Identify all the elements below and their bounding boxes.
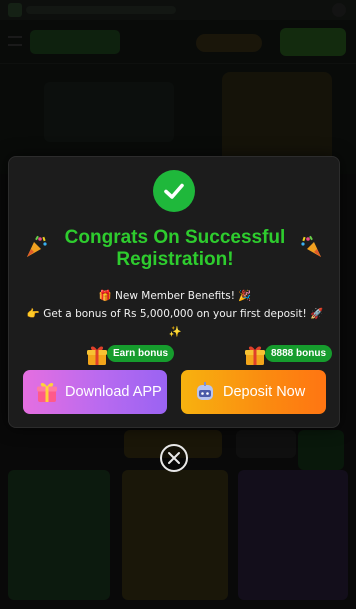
screen: Congrats On Successful Registration! 🎁 N… <box>0 0 356 609</box>
deposit-bonus-badge: 8888 bonus <box>265 345 333 362</box>
deposit-now-label: Deposit Now <box>223 384 306 400</box>
close-dialog-button[interactable] <box>160 444 188 472</box>
wallet-robot-icon <box>197 382 213 400</box>
bonus-line: 👉 Get a bonus of Rs 5,000,000 on your fi… <box>26 308 324 320</box>
gift-icon <box>245 346 265 365</box>
benefits-line: 🎁 New Member Benefits! 🎉 <box>98 290 252 302</box>
registration-success-dialog: Congrats On Successful Registration! 🎁 N… <box>8 156 340 428</box>
benefits-text: 🎁 New Member Benefits! 🎉 👉 Get a bonus o… <box>23 287 327 341</box>
gift-box-icon <box>37 383 57 402</box>
earn-bonus-badge: Earn bonus <box>107 345 175 362</box>
check-circle-icon <box>153 170 195 212</box>
gift-icon <box>87 346 107 365</box>
close-icon <box>168 452 180 464</box>
download-app-label: Download APP <box>65 384 162 400</box>
bonus-line-tail: ✨ <box>168 326 182 338</box>
deposit-now-button[interactable]: Deposit Now <box>181 370 326 414</box>
download-app-button[interactable]: Download APP <box>23 370 167 414</box>
dialog-title: Congrats On Successful Registration! <box>64 227 286 270</box>
